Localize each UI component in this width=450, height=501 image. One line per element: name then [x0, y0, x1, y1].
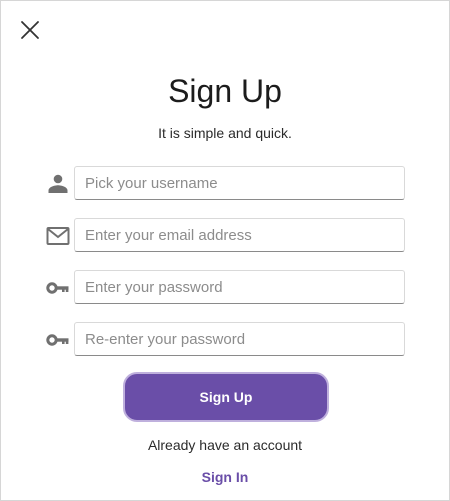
- mail-icon: [45, 223, 71, 249]
- password-input[interactable]: [74, 270, 405, 304]
- person-icon: [45, 171, 71, 197]
- sign-up-button[interactable]: Sign Up: [123, 372, 329, 422]
- email-row: [45, 218, 407, 254]
- email-input[interactable]: [74, 218, 405, 252]
- username-input[interactable]: [74, 166, 405, 200]
- signup-dialog: Sign Up It is simple and quick. Pick you…: [0, 0, 450, 501]
- close-icon: [21, 21, 39, 39]
- page-title: Sign Up: [168, 73, 282, 109]
- confirm-password-input[interactable]: [74, 322, 405, 356]
- key-icon: [45, 275, 71, 301]
- key-icon: [45, 327, 71, 353]
- already-have-account-text: Already have an account: [147, 437, 303, 453]
- username-row: [45, 166, 407, 202]
- page-subtitle: It is simple and quick.: [158, 125, 292, 141]
- close-button[interactable]: [19, 19, 41, 41]
- confirm-password-row: [45, 322, 407, 358]
- sign-in-link[interactable]: Sign In: [1, 469, 449, 485]
- password-row: [45, 270, 407, 306]
